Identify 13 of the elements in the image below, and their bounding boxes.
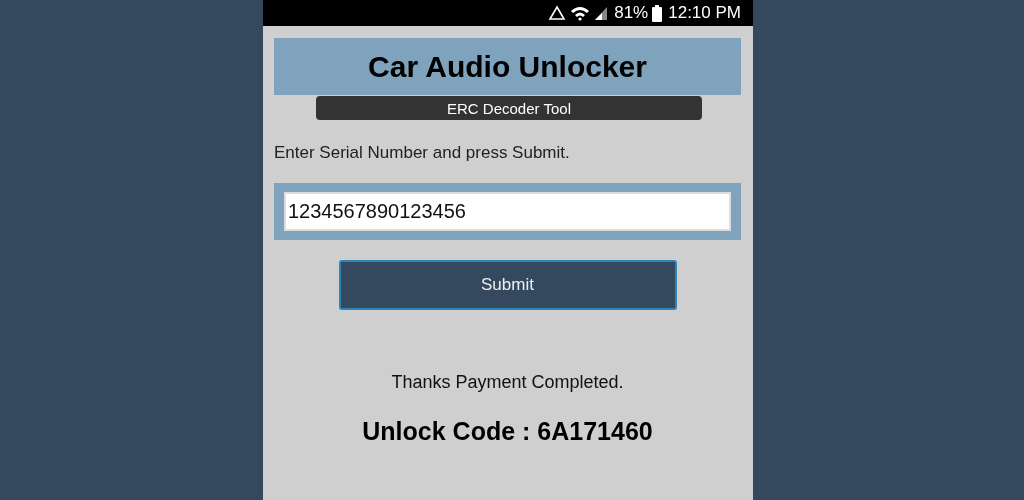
instruction-text: Enter Serial Number and press Submit. — [274, 143, 571, 163]
unlock-code: Unlock Code : 6A171460 — [361, 417, 654, 446]
app-title: Car Audio Unlocker — [368, 49, 647, 84]
payment-message: Thanks Payment Completed. — [390, 372, 625, 393]
serial-input-field[interactable]: 1234567890123456 — [284, 192, 731, 231]
signal-icon — [594, 5, 609, 21]
clock: 12:10 PM — [668, 3, 741, 23]
subtitle-bar: ERC Decoder Tool — [316, 96, 702, 120]
battery-icon — [652, 4, 663, 22]
battery-level: 81% — [614, 3, 649, 23]
wifi-icon — [570, 5, 591, 21]
submit-button[interactable]: Submit — [338, 260, 677, 310]
triangle-icon — [548, 5, 567, 21]
